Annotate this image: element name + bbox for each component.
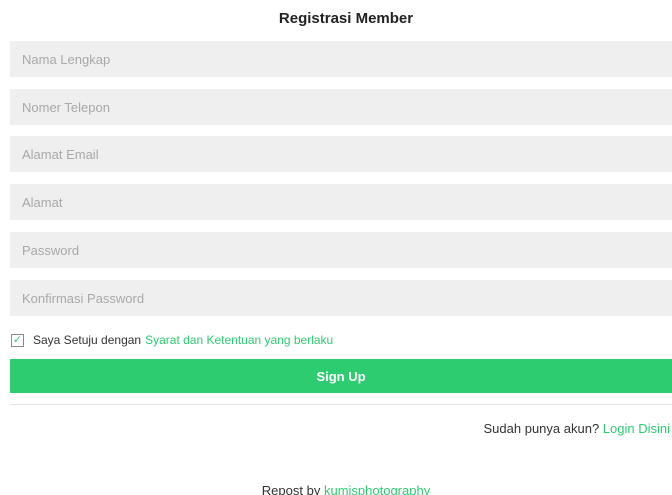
check-icon: ✓ — [12, 333, 23, 346]
page-title: Registrasi Member — [278, 10, 414, 27]
confirm-password-field[interactable] — [10, 280, 672, 316]
footer-text: Repost by — [261, 483, 321, 495]
agreement-text: Saya Setuju dengan — [33, 333, 142, 347]
address-field[interactable] — [10, 184, 672, 220]
password-field[interactable] — [10, 232, 672, 268]
login-link[interactable]: Login Disini — [603, 421, 670, 436]
sign-up-button[interactable]: Sign Up — [10, 359, 672, 393]
full-name-field[interactable] — [10, 41, 672, 77]
phone-field[interactable] — [10, 89, 672, 125]
login-prompt-text: Sudah punya akun? — [483, 421, 600, 436]
terms-link[interactable]: Syarat dan Ketentuan yang berlaku — [145, 333, 333, 347]
registration-page: Registrasi Member ✓ Saya Setuju dengan S… — [0, 0, 672, 495]
footer-credit-link[interactable]: kumisphotography — [324, 483, 430, 495]
agreement-checkbox[interactable]: ✓ — [11, 333, 24, 347]
agreement-row: ✓ Saya Setuju dengan Syarat dan Ketentua… — [11, 332, 333, 348]
email-field[interactable] — [10, 136, 672, 172]
footer-credit: Repost by kumisphotography — [180, 483, 512, 495]
login-prompt-row: Sudah punya akun? Login Disini — [484, 421, 670, 436]
divider — [10, 404, 672, 405]
